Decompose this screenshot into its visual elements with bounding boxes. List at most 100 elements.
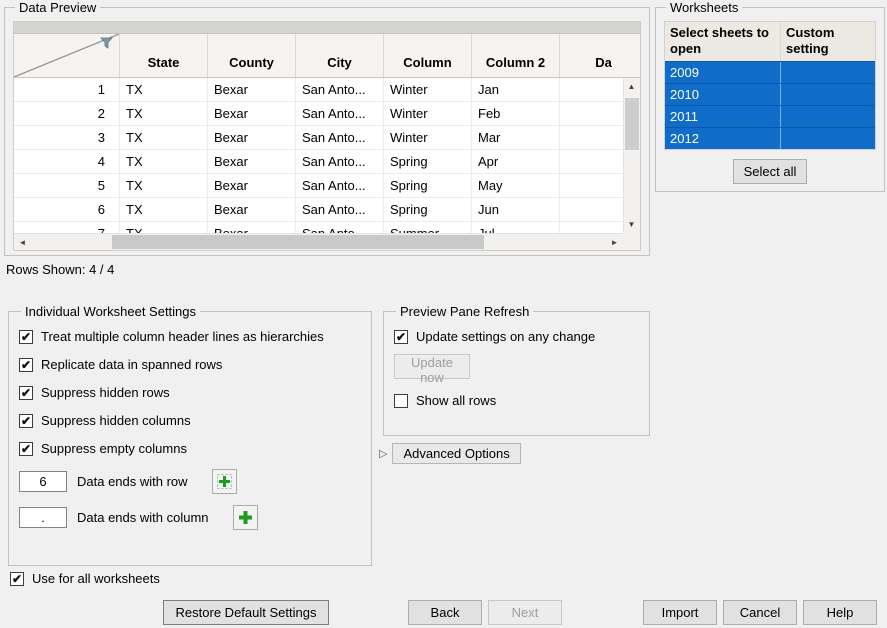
preview-cell[interactable]: May (472, 174, 560, 197)
preview-cell[interactable] (560, 126, 623, 149)
checkbox[interactable]: ✔ (19, 442, 33, 456)
restore-default-settings-button[interactable]: Restore Default Settings (163, 600, 329, 625)
preview-cell[interactable]: Bexar (208, 126, 296, 149)
preview-cell[interactable] (560, 222, 623, 233)
worksheet-row[interactable]: 2012 (665, 127, 875, 149)
preview-cell[interactable]: Mar (472, 126, 560, 149)
preview-column-header[interactable]: State (120, 34, 208, 77)
data-ends-row-input[interactable] (19, 471, 67, 492)
worksheet-row[interactable]: 2010 (665, 83, 875, 105)
preview-cell[interactable]: Feb (472, 102, 560, 125)
checkbox[interactable]: ✔ (394, 330, 408, 344)
checkbox[interactable]: ✔ (19, 386, 33, 400)
update-now-button[interactable]: Update now (394, 354, 470, 379)
preview-cell[interactable] (560, 78, 623, 101)
cancel-button[interactable]: Cancel (723, 600, 797, 625)
preview-cell[interactable]: San Anto... (296, 174, 384, 197)
preview-row[interactable]: 6TXBexarSan Anto...SpringJun (14, 198, 623, 222)
preview-row[interactable]: 5TXBexarSan Anto...SpringMay (14, 174, 623, 198)
preview-horizontal-scrollbar[interactable]: ◄ ► (14, 233, 623, 250)
settings-checkbox[interactable]: ✔Treat multiple column header lines as h… (19, 329, 361, 344)
checkbox[interactable]: ✔ (19, 330, 33, 344)
preview-cell[interactable]: Bexar (208, 222, 296, 233)
select-all-button[interactable]: Select all (733, 159, 807, 184)
preview-column-header[interactable]: Da (560, 34, 640, 77)
preview-cell[interactable] (560, 174, 623, 197)
preview-cell[interactable]: Spring (384, 198, 472, 221)
settings-checkbox[interactable]: ✔Suppress empty columns (19, 441, 361, 456)
preview-cell[interactable]: TX (120, 198, 208, 221)
use-for-all-checkbox[interactable]: ✔ Use for all worksheets (10, 571, 160, 586)
preview-cell[interactable]: Jan (472, 78, 560, 101)
update-on-change-checkbox[interactable]: ✔ Update settings on any change (394, 329, 639, 344)
preview-cell[interactable]: Summer (384, 222, 472, 233)
settings-checkbox[interactable]: ✔Suppress hidden rows (19, 385, 361, 400)
preview-row[interactable]: 7TXBexarSan Anto...SummerJul (14, 222, 623, 233)
vertical-scroll-thumb[interactable] (625, 98, 639, 150)
preview-vertical-scrollbar[interactable]: ▲ ▼ (623, 78, 640, 233)
preview-cell[interactable]: San Anto... (296, 78, 384, 101)
preview-column-header[interactable]: County (208, 34, 296, 77)
scroll-right-icon[interactable]: ► (606, 234, 623, 251)
scroll-left-icon[interactable]: ◄ (14, 234, 31, 251)
preview-cell[interactable]: Bexar (208, 198, 296, 221)
preview-column-header[interactable]: City (296, 34, 384, 77)
checkbox[interactable]: ✔ (10, 572, 24, 586)
preview-column-header[interactable]: Column 2 (472, 34, 560, 77)
preview-cell[interactable]: Spring (384, 150, 472, 173)
preview-row[interactable]: 2TXBexarSan Anto...WinterFeb (14, 102, 623, 126)
horizontal-scroll-thumb[interactable] (112, 235, 484, 249)
advanced-options-disclosure[interactable]: ▷ Advanced Options (379, 443, 521, 464)
preview-cell[interactable] (560, 102, 623, 125)
pick-column-button[interactable] (233, 505, 258, 530)
checkbox[interactable] (394, 394, 408, 408)
scroll-up-icon[interactable]: ▲ (623, 78, 640, 95)
settings-checkbox[interactable]: ✔Suppress hidden columns (19, 413, 361, 428)
preview-cell[interactable]: Bexar (208, 78, 296, 101)
preview-cell[interactable]: TX (120, 222, 208, 233)
preview-cell[interactable]: TX (120, 150, 208, 173)
preview-cell[interactable]: San Anto... (296, 102, 384, 125)
preview-cell[interactable]: TX (120, 78, 208, 101)
worksheet-row[interactable]: 2009 (665, 61, 875, 83)
preview-cell[interactable]: Winter (384, 126, 472, 149)
settings-checkbox[interactable]: ✔Replicate data in spanned rows (19, 357, 361, 372)
preview-cell[interactable]: Spring (384, 174, 472, 197)
preview-cell[interactable]: TX (120, 102, 208, 125)
checkbox[interactable]: ✔ (19, 358, 33, 372)
preview-row[interactable]: 4TXBexarSan Anto...SpringApr (14, 150, 623, 174)
scroll-down-icon[interactable]: ▼ (623, 216, 640, 233)
preview-corner-cell[interactable] (14, 34, 120, 77)
columns-filter-icon[interactable] (100, 37, 113, 52)
preview-cell[interactable]: Bexar (208, 150, 296, 173)
preview-cell[interactable]: San Anto... (296, 222, 384, 233)
preview-row[interactable]: 1TXBexarSan Anto...WinterJan (14, 78, 623, 102)
preview-cell[interactable]: San Anto... (296, 198, 384, 221)
preview-cell[interactable]: TX (120, 126, 208, 149)
preview-cell[interactable]: Apr (472, 150, 560, 173)
chevron-right-icon[interactable]: ▷ (379, 447, 387, 460)
import-button[interactable]: Import (643, 600, 717, 625)
preview-cell[interactable]: TX (120, 174, 208, 197)
data-ends-column-input[interactable] (19, 507, 67, 528)
preview-cell[interactable]: Winter (384, 102, 472, 125)
preview-row[interactable]: 3TXBexarSan Anto...WinterMar (14, 126, 623, 150)
preview-cell[interactable]: Jun (472, 198, 560, 221)
preview-cell[interactable] (560, 150, 623, 173)
worksheet-row[interactable]: 2011 (665, 105, 875, 127)
checkbox[interactable]: ✔ (19, 414, 33, 428)
preview-cell[interactable]: Bexar (208, 102, 296, 125)
help-button[interactable]: Help (803, 600, 877, 625)
preview-column-header[interactable]: Column (384, 34, 472, 77)
preview-cell[interactable]: Jul (472, 222, 560, 233)
preview-cell[interactable]: Winter (384, 78, 472, 101)
back-button[interactable]: Back (408, 600, 482, 625)
preview-cell[interactable]: San Anto... (296, 126, 384, 149)
show-all-rows-checkbox[interactable]: Show all rows (394, 393, 639, 408)
next-button[interactable]: Next (488, 600, 562, 625)
preview-cell[interactable]: Bexar (208, 174, 296, 197)
advanced-options-button[interactable]: Advanced Options (392, 443, 520, 464)
preview-cell[interactable] (560, 198, 623, 221)
preview-cell[interactable]: San Anto... (296, 150, 384, 173)
pick-row-button[interactable] (212, 469, 237, 494)
